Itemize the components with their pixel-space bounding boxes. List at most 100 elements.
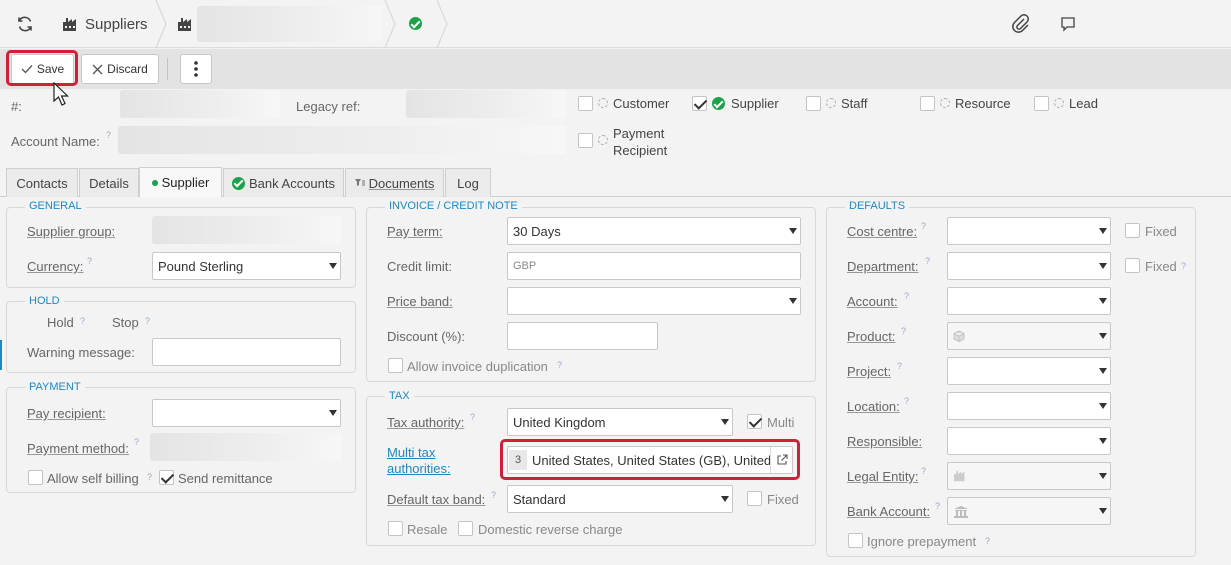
refresh-icon[interactable] [16,15,34,33]
payment-method-field-redacted[interactable] [150,433,341,461]
help-icon[interactable]: ? [134,437,139,447]
help-icon[interactable]: ? [904,291,909,301]
help-icon[interactable]: ? [145,316,150,326]
legal-entity-label[interactable]: Legal Entity: [847,469,919,484]
cost-centre-select[interactable] [947,217,1111,245]
tab-supplier[interactable]: Supplier [139,167,222,197]
domestic-reverse-charge-checkbox[interactable] [458,521,473,536]
help-icon[interactable]: ? [897,361,902,371]
allow-self-billing-label: Allow self billing [47,471,139,486]
send-remittance-checkbox[interactable] [159,470,174,485]
bank-account-select[interactable] [947,497,1111,525]
help-icon[interactable]: ? [470,412,475,422]
help-icon[interactable]: ? [901,326,906,336]
help-icon[interactable]: ? [106,130,111,140]
responsible-label[interactable]: Responsible: [847,434,922,449]
account-select[interactable] [947,287,1111,315]
currency-label[interactable]: Currency: [27,259,83,274]
product-label[interactable]: Product: [847,329,895,344]
currency-select[interactable]: Pound Sterling [152,252,341,280]
department-fixed-checkbox[interactable] [1125,258,1140,273]
default-tax-band-select[interactable]: Standard [507,485,733,513]
project-select[interactable] [947,357,1111,385]
more-options-button[interactable] [180,54,212,84]
lead-checkbox[interactable] [1034,96,1049,111]
multi-checkbox[interactable] [747,414,762,429]
account-name-label: Account Name: [11,134,100,149]
account-label[interactable]: Account: [847,294,898,309]
tab-details[interactable]: Details [79,168,139,197]
payment-recipient-checkbox[interactable] [578,133,593,148]
comment-icon[interactable] [1060,16,1076,32]
help-icon[interactable]: ? [147,472,152,482]
account-name-field-redacted[interactable] [118,126,566,154]
project-label[interactable]: Project: [847,364,891,379]
help-icon[interactable]: ? [80,316,85,326]
discard-button[interactable]: Discard [81,54,159,84]
help-icon[interactable]: ? [985,536,990,546]
factory-icon [954,470,965,482]
help-icon[interactable]: ? [935,501,940,511]
responsible-select[interactable] [947,427,1111,455]
tab-bank-accounts[interactable]: Bank Accounts [223,168,344,197]
cost-centre-label[interactable]: Cost centre: [847,224,917,239]
price-band-select[interactable] [507,287,801,315]
legacy-ref-field-redacted[interactable] [406,90,566,118]
tab-log[interactable]: Log [445,168,491,197]
status-ok-icon[interactable] [409,17,422,30]
resale-label: Resale [407,522,448,537]
pay-term-select[interactable]: 30 Days [507,217,801,245]
help-icon[interactable]: ? [87,256,92,266]
staff-label: Staff [841,96,868,111]
resale-checkbox[interactable] [388,521,403,536]
location-label[interactable]: Location: [847,399,900,414]
paperclip-icon[interactable] [1012,14,1030,34]
payment-method-label[interactable]: Payment method: [27,441,129,456]
allow-self-billing-checkbox[interactable] [28,470,43,485]
resource-checkbox[interactable] [920,96,935,111]
department-label[interactable]: Department: [847,259,919,274]
chevron-down-icon [718,486,732,512]
credit-limit-input[interactable]: GBP [507,252,801,280]
breadcrumb-suppliers[interactable]: Suppliers [62,0,148,48]
number-field-redacted[interactable] [120,90,280,118]
supplier-group-label[interactable]: Supplier group: [27,224,115,239]
tax-authority-label[interactable]: Tax authority: [387,415,464,430]
help-icon[interactable]: ? [925,256,930,266]
location-select[interactable] [947,392,1111,420]
help-icon[interactable]: ? [921,466,926,476]
cost-centre-fixed-checkbox[interactable] [1125,223,1140,238]
default-tax-band-label[interactable]: Default tax band: [387,492,485,507]
price-band-label[interactable]: Price band: [387,294,453,309]
breadcrumb-separator [384,0,396,48]
help-icon[interactable]: ? [1181,261,1186,271]
tab-contacts[interactable]: Contacts [6,168,78,197]
status-pending-icon [598,135,608,145]
bank-account-label[interactable]: Bank Account: [847,504,930,519]
customer-checkbox[interactable] [578,96,593,111]
tab-documents[interactable]: Documents [345,168,444,197]
product-select[interactable] [947,322,1111,350]
bank-icon [954,505,968,518]
help-icon[interactable]: ? [491,490,496,500]
tax-fixed-checkbox[interactable] [747,491,762,506]
pay-term-label[interactable]: Pay term: [387,224,443,239]
help-icon[interactable]: ? [904,396,909,406]
tax-authority-select[interactable]: United Kingdom [507,408,733,436]
ignore-prepayment-checkbox[interactable] [848,533,863,548]
warning-message-input[interactable] [152,338,341,366]
pay-recipient-label[interactable]: Pay recipient: [27,406,106,421]
multi-tax-authorities-label[interactable]: Multi tax authorities: [387,445,451,477]
supplier-checkbox[interactable] [692,96,707,111]
help-icon[interactable]: ? [921,221,926,231]
allow-invoice-duplication-checkbox[interactable] [388,358,403,373]
breadcrumb-record-name-redacted[interactable] [197,6,382,42]
staff-checkbox[interactable] [806,96,821,111]
discount-input[interactable] [507,322,658,350]
supplier-group-field-redacted[interactable] [152,216,341,244]
help-icon[interactable]: ? [557,360,562,370]
department-select[interactable] [947,252,1111,280]
pay-recipient-select[interactable] [152,399,341,427]
chevron-down-icon [326,400,340,426]
legal-entity-select[interactable] [947,462,1111,490]
